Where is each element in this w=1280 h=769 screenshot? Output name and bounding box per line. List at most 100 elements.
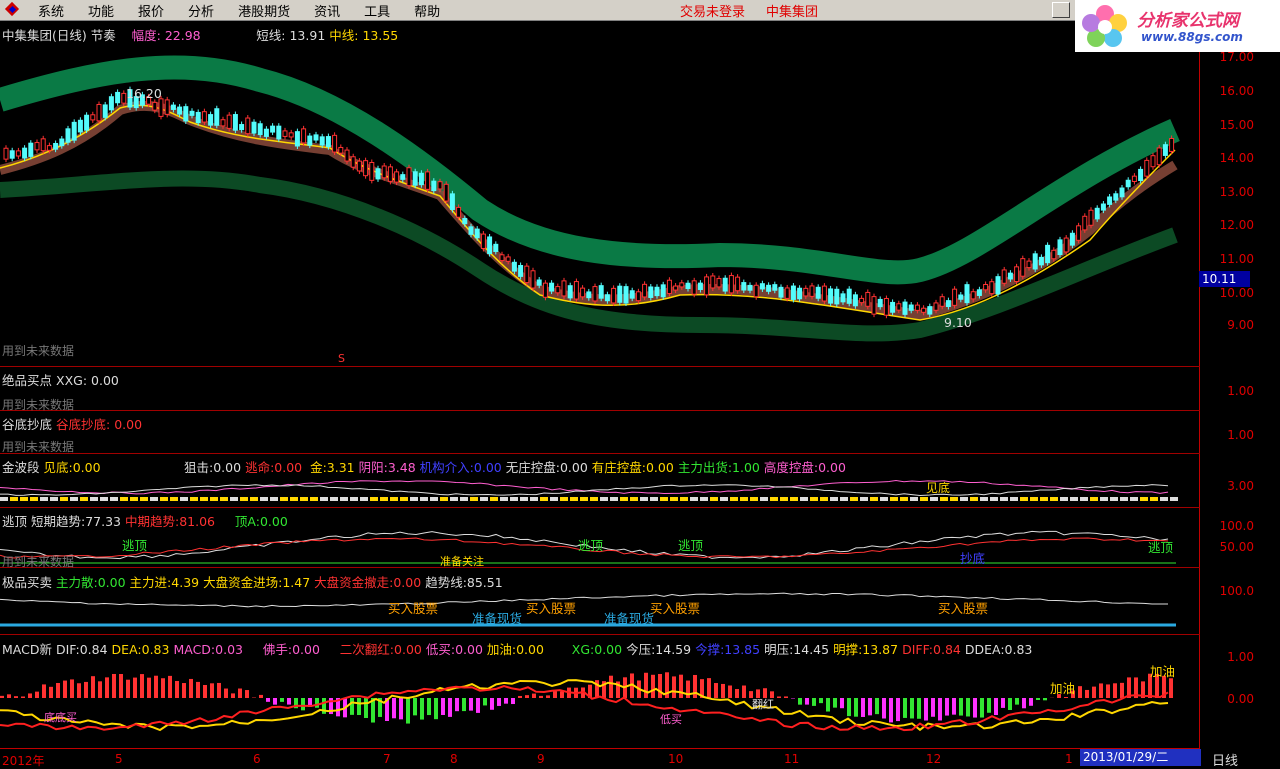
xxg-value: 0.00 xyxy=(91,373,119,388)
xxg-label: XXG: xyxy=(56,373,87,388)
macd-value: 0.03 xyxy=(215,642,243,657)
diff-value: 0.84 xyxy=(933,642,961,657)
panel-separator xyxy=(0,507,1200,508)
xtick-8: 8 xyxy=(450,752,458,766)
yzkp-value: 0.00 xyxy=(646,460,674,475)
dpzjcz-label: 大盘资金撤走: xyxy=(314,575,393,590)
dea-label: DEA: xyxy=(112,642,142,657)
jiayou-label: 加油: xyxy=(487,642,516,657)
panel-td-title: 逃顶 短期趋势:77.33 中期趋势:81.06 顶A:0.00 xyxy=(2,511,288,530)
ddea-label: DDEA: xyxy=(965,642,1005,657)
ddea-value: 0.83 xyxy=(1005,642,1033,657)
ytick-td-50: 50.00 xyxy=(1214,540,1254,554)
mingcheng-value: 13.87 xyxy=(862,642,898,657)
dqqs-label: 短期趋势: xyxy=(31,514,85,529)
jincheng-label: 今撑: xyxy=(695,642,724,657)
tm-label: 逃命: xyxy=(245,460,274,475)
buy-stock-annotation: 买入股票 xyxy=(526,598,576,617)
jd-value: 0.00 xyxy=(73,460,101,475)
dpzjjc-label: 大盘资金进场: xyxy=(203,575,282,590)
xtick-11: 11 xyxy=(784,752,799,766)
panel-separator xyxy=(0,634,1200,635)
watch-annotation: 准备关注 xyxy=(440,553,484,569)
candlesticks xyxy=(4,87,1174,319)
xtick-10: 10 xyxy=(668,752,683,766)
wzkp-label: 无庄控盘: xyxy=(506,460,560,475)
xtick-9: 9 xyxy=(537,752,545,766)
xtick-2012: 2012年 xyxy=(2,752,45,769)
xtick-1: 1 xyxy=(1065,752,1073,766)
low-price-note: 9.10 xyxy=(944,315,972,330)
panel-gdcd-title: 谷底抄底 谷底抄底: 0.00 xyxy=(2,414,142,433)
foshou-label: 佛手: xyxy=(263,642,292,657)
jj-label: 狙击: xyxy=(184,460,213,475)
prepare-buy-annotation: 准备现货 xyxy=(604,608,654,627)
ytick-jpmm: 100.0 xyxy=(1214,584,1254,598)
short-value: 13.91 xyxy=(289,28,325,43)
ytick-10: 10.00 xyxy=(1214,286,1254,300)
panel-macd-title: MACD新 DIF:0.84 DEA:0.83 MACD:0.03 佛手:0.0… xyxy=(2,639,1032,658)
add-oil-annotation: 加油 xyxy=(1050,678,1075,697)
foshou-value: 0.00 xyxy=(292,642,320,657)
panel-gdcd-name: 谷底抄底 xyxy=(2,417,52,432)
sell-marker: S xyxy=(338,352,345,365)
ytick-gdcd: 1.00 xyxy=(1214,428,1254,442)
panel-td-name: 逃顶 xyxy=(2,514,27,529)
panel-separator xyxy=(0,410,1200,411)
ecfh-label: 二次翻红: xyxy=(340,642,394,657)
buy-stock-annotation: 买入股票 xyxy=(388,598,438,617)
ytick-13: 13.00 xyxy=(1214,185,1254,199)
dimai-value: 0.00 xyxy=(455,642,483,657)
zqqs-value: 81.06 xyxy=(179,514,215,529)
bottom-buy-annotation: 底底买 xyxy=(44,709,77,725)
ecfh-value: 0.00 xyxy=(394,642,422,657)
future-data-note: 用到未来数据 xyxy=(2,396,74,413)
mingya-value: 14.45 xyxy=(793,642,829,657)
cursor-date: 2013/01/29/二 xyxy=(1080,749,1201,766)
zlch-value: 1.00 xyxy=(732,460,760,475)
yy-value: 3.48 xyxy=(388,460,416,475)
amplitude-label: 幅度: xyxy=(132,28,161,43)
short-label: 短线: xyxy=(256,28,285,43)
tm-value: 0.00 xyxy=(274,460,302,475)
dinga-label: 顶A: xyxy=(235,514,260,529)
flip-red-annotation: 翻红 xyxy=(752,696,774,712)
zls-value: 0.00 xyxy=(98,575,126,590)
ytick-12: 12.00 xyxy=(1214,218,1254,232)
gdcd-label: 谷底抄底: xyxy=(56,417,110,432)
diff-label: DIFF: xyxy=(902,642,933,657)
zls-label: 主力散: xyxy=(56,575,98,590)
add-oil-annotation: 加油 xyxy=(1150,661,1175,680)
jin-value: 3.31 xyxy=(327,460,355,475)
xtick-7: 7 xyxy=(383,752,391,766)
current-price-box: 10.11 xyxy=(1199,271,1250,287)
yzkp-label: 有庄控盘: xyxy=(592,460,646,475)
panel-jpmd-title: 绝品买点 XXG: 0.00 xyxy=(2,370,119,389)
zlj-value: 4.39 xyxy=(171,575,199,590)
time-axis xyxy=(0,748,1200,769)
jiayou-value: 0.00 xyxy=(516,642,544,657)
ytick-16: 16.00 xyxy=(1214,84,1254,98)
xtick-12: 12 xyxy=(926,752,941,766)
main-title-line: 中集集团(日线) 节奏 幅度: 22.98 短线: 13.91 中线: 13.5… xyxy=(2,25,398,44)
panel-jpmm-name: 极品买卖 xyxy=(2,575,52,590)
period-label[interactable]: 日线 xyxy=(1212,750,1238,769)
jin-label: 金: xyxy=(310,460,327,475)
jd-label: 见底: xyxy=(44,460,73,475)
future-data-note: 用到未来数据 xyxy=(2,438,74,455)
prepare-buy-annotation: 准备现货 xyxy=(472,608,522,627)
ytick-11: 11.00 xyxy=(1214,252,1254,266)
jinya-label: 今压: xyxy=(626,642,655,657)
dif-label: DIF: xyxy=(56,642,80,657)
wzkp-value: 0.00 xyxy=(560,460,588,475)
dqqs-value: 77.33 xyxy=(85,514,121,529)
main-title: 中集集团(日线) 节奏 xyxy=(2,28,116,43)
zlj-label: 主力进: xyxy=(130,575,172,590)
ytick-macd-0: 0.00 xyxy=(1214,692,1254,706)
ytick-td-100: 100.0 xyxy=(1214,519,1254,533)
panel-jpmd-name: 绝品买点 xyxy=(2,373,52,388)
price-axis-line xyxy=(1199,52,1200,752)
jgjr-value: 0.00 xyxy=(474,460,502,475)
xtick-5: 5 xyxy=(115,752,123,766)
panel-jbd-name: 金波段 xyxy=(2,460,40,475)
